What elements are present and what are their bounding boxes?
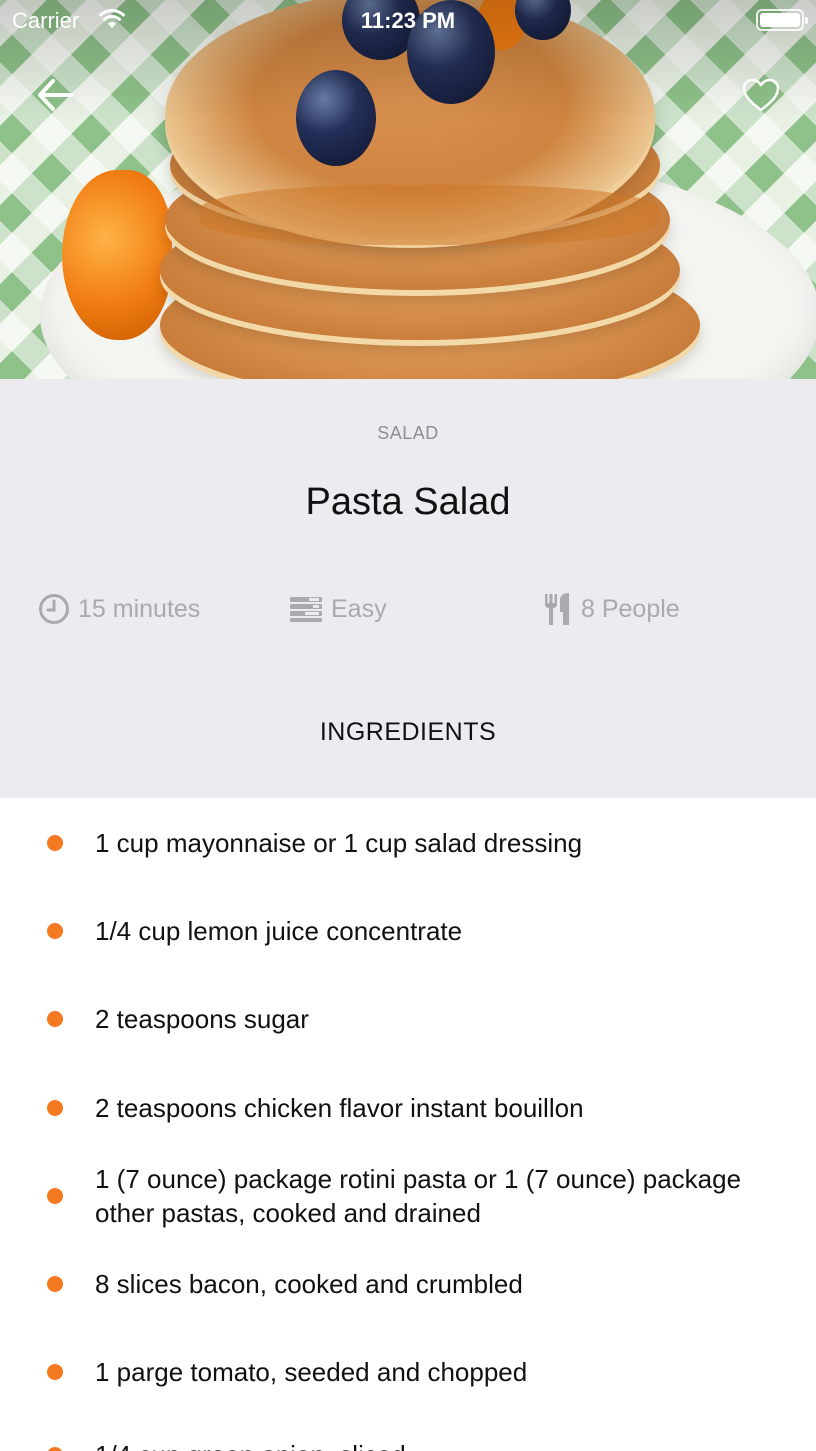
recipe-hero-image <box>0 0 816 379</box>
bullet-icon <box>47 835 63 851</box>
status-bar: Carrier 11:23 PM <box>0 0 816 40</box>
ingredient-text: 1 cup mayonnaise or 1 cup salad dressing <box>95 828 583 858</box>
jam <box>62 170 172 340</box>
ingredients-heading: INGREDIENTS <box>319 718 497 746</box>
status-time: 11:23 PM <box>360 8 456 33</box>
bullet-icon <box>47 1364 63 1380</box>
list-item: 8 slices bacon, cooked and crumbled <box>0 1267 816 1301</box>
bullet-icon <box>47 1100 63 1116</box>
list-item: 1/4 cup green onion, sliced <box>0 1438 816 1451</box>
ingredient-text: 2 teaspoons chicken flavor instant bouil… <box>95 1093 584 1123</box>
cook-time-label: 15 minutes <box>78 594 201 623</box>
difficulty-bars-icon <box>289 595 323 623</box>
ingredient-text: 1/4 cup green onion, sliced <box>95 1438 755 1451</box>
recipe-title: Pasta Salad <box>305 481 511 523</box>
bullet-icon <box>47 1188 63 1204</box>
recipe-info-panel: SALAD Pasta Salad 15 minutes Easy 8 Peop… <box>0 379 816 798</box>
bullet-icon <box>47 923 63 939</box>
ingredient-text: 8 slices bacon, cooked and crumbled <box>95 1269 523 1299</box>
bullet-icon <box>47 1011 63 1027</box>
battery-icon <box>756 9 808 31</box>
list-item: 1 parge tomato, seeded and chopped <box>0 1355 816 1389</box>
list-item: 2 teaspoons chicken flavor instant bouil… <box>0 1091 816 1125</box>
ingredient-text: 2 teaspoons sugar <box>95 1004 309 1034</box>
favorite-button[interactable] <box>736 70 786 120</box>
list-item: 2 teaspoons sugar <box>0 1002 816 1036</box>
recipe-detail-screen: Carrier 11:23 PM SALAD Pasta Salad 15 mi… <box>0 0 816 1451</box>
servings: 8 People <box>543 591 680 627</box>
back-button[interactable] <box>30 70 80 120</box>
ingredient-text: 1/4 cup lemon juice concentrate <box>95 916 463 946</box>
heart-icon <box>742 78 780 112</box>
recipe-category: SALAD <box>377 423 439 443</box>
cook-time: 15 minutes <box>38 591 200 627</box>
fork-knife-icon <box>543 592 573 626</box>
list-item: 1/4 cup lemon juice concentrate <box>0 914 816 948</box>
ingredient-text: 1 parge tomato, seeded and chopped <box>95 1357 528 1387</box>
servings-label: 8 People <box>581 594 680 623</box>
syrup <box>200 185 660 245</box>
list-item: 1 (7 ounce) package rotini pasta or 1 (7… <box>0 1162 816 1230</box>
difficulty: Easy <box>289 591 387 627</box>
clock-icon <box>38 593 70 625</box>
difficulty-label: Easy <box>331 594 387 623</box>
bullet-icon <box>47 1276 63 1292</box>
bullet-icon <box>47 1447 63 1451</box>
ingredient-text: 1 (7 ounce) package rotini pasta or 1 (7… <box>95 1164 742 1228</box>
list-item: 1 cup mayonnaise or 1 cup salad dressing <box>0 826 816 860</box>
back-arrow-icon <box>38 79 73 111</box>
